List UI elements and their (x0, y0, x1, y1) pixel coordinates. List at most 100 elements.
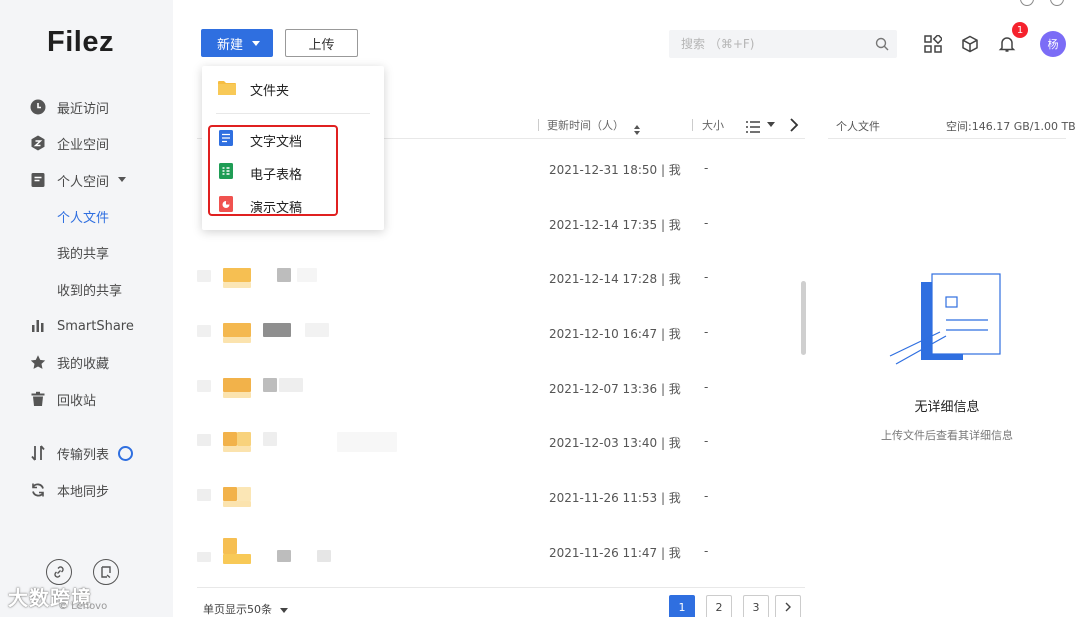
blurred-file-thumbnail (223, 538, 237, 554)
settings-icon[interactable] (1020, 0, 1034, 6)
sidebar-item-personal-files[interactable]: 个人文件 (0, 201, 173, 231)
row-updated-time: 2021-12-14 17:28 | 我 (549, 272, 681, 286)
blurred-file-thumbnail (223, 446, 251, 452)
chevron-down-icon (118, 177, 126, 182)
apps-grid-icon[interactable] (922, 33, 944, 55)
blurred-file-thumbnail (223, 392, 251, 398)
app-window: Filez 最近访问 企业空间 个人空间 个人文件 我的共享 收到的共享 Sma… (0, 0, 1080, 617)
blurred-file-thumbnail (263, 323, 291, 337)
row-size: - (704, 380, 709, 394)
chevron-right-icon (785, 602, 791, 612)
sidebar-item-label: 我的收藏 (57, 356, 110, 372)
chevron-down-icon (279, 607, 288, 613)
table-row[interactable]: 2021-12-03 13:40 | 我 - (197, 432, 805, 489)
page-button-1[interactable]: 1 (669, 595, 695, 617)
sidebar-item-recent[interactable]: 最近访问 (0, 92, 173, 122)
menu-divider (216, 113, 370, 114)
bar-chart-icon (30, 318, 46, 334)
blurred-file-thumbnail (237, 432, 251, 446)
blurred-file-thumbnail (223, 282, 251, 288)
table-row[interactable]: 2021-12-14 17:28 | 我 - (197, 268, 805, 325)
app-logo: Filez (47, 26, 114, 58)
folder-icon (218, 80, 236, 99)
cube-icon[interactable] (959, 33, 981, 55)
table-row[interactable]: 2021-12-10 16:47 | 我 - (197, 323, 805, 380)
next-page-button[interactable] (775, 595, 801, 617)
personal-space-icon (30, 172, 46, 188)
row-size: - (704, 489, 709, 503)
clock-icon (30, 99, 46, 115)
new-button[interactable]: 新建 (201, 29, 273, 57)
blurred-file-thumbnail (197, 489, 211, 501)
sidebar-item-label: 传输列表 (57, 447, 110, 463)
sidebar-item-my-shares[interactable]: 我的共享 (0, 237, 173, 267)
blurred-file-thumbnail (297, 268, 317, 282)
blurred-file-thumbnail (277, 268, 291, 282)
row-size: - (704, 544, 709, 558)
page-size-select[interactable]: 单页显示50条 (203, 601, 288, 617)
detail-panel-title: 个人文件 (836, 120, 880, 133)
upload-button[interactable]: 上传 (285, 29, 358, 57)
table-row[interactable]: 2021-12-07 13:36 | 我 - (197, 378, 805, 435)
sidebar-item-transfer[interactable]: 传输列表 (0, 438, 173, 468)
scrollbar[interactable] (801, 281, 806, 355)
blurred-file-thumbnail (223, 337, 251, 343)
list-view-icon[interactable] (746, 118, 760, 137)
sidebar-item-label: 个人文件 (57, 210, 110, 226)
blurred-file-thumbnail (197, 325, 211, 337)
table-row[interactable]: 2021-11-26 11:47 | 我 - (197, 538, 805, 599)
table-row[interactable]: 2021-11-26 11:53 | 我 - (197, 487, 805, 544)
blurred-file-thumbnail (305, 323, 329, 337)
sidebar-item-received-shares[interactable]: 收到的共享 (0, 274, 173, 304)
sidebar-item-enterprise[interactable]: 企业空间 (0, 128, 173, 158)
column-divider (692, 119, 693, 131)
row-size: - (704, 216, 709, 230)
chevron-right-icon[interactable] (789, 117, 799, 136)
row-updated-time: 2021-12-07 13:36 | 我 (549, 382, 681, 396)
empty-document-illustration (888, 272, 1004, 372)
blurred-file-thumbnail (223, 378, 251, 392)
menu-item-folder[interactable]: 文件夹 (202, 74, 384, 104)
avatar[interactable]: 杨 (1040, 31, 1066, 57)
enterprise-icon (30, 135, 46, 151)
sort-icon[interactable] (633, 120, 641, 139)
chevron-down-icon (252, 41, 260, 46)
chevron-down-icon[interactable] (767, 122, 775, 127)
sidebar-item-label: 企业空间 (57, 137, 110, 153)
blurred-file-thumbnail (197, 552, 211, 562)
feedback-icon[interactable] (93, 559, 119, 585)
search-input[interactable] (669, 30, 897, 58)
help-icon[interactable] (1050, 0, 1064, 6)
menu-item-label: 文件夹 (250, 83, 290, 99)
sidebar-item-local-sync[interactable]: 本地同步 (0, 475, 173, 505)
column-header-size[interactable]: 大小 (702, 117, 724, 133)
blurred-file-thumbnail (223, 432, 237, 446)
blurred-file-thumbnail (277, 550, 291, 562)
page-button-2[interactable]: 2 (706, 595, 732, 617)
transfer-progress-icon (118, 445, 133, 461)
blurred-file-thumbnail (223, 501, 251, 507)
page-button-3[interactable]: 3 (743, 595, 769, 617)
empty-state-title: 无详细信息 (914, 400, 980, 415)
blurred-file-thumbnail (197, 380, 211, 392)
sidebar-item-favorites[interactable]: 我的收藏 (0, 347, 173, 377)
row-updated-time: 2021-11-26 11:47 | 我 (549, 546, 681, 560)
notification-badge: 1 (1012, 22, 1028, 38)
search-icon[interactable] (875, 36, 889, 55)
row-size: - (704, 270, 709, 284)
star-icon (30, 354, 46, 370)
sidebar-item-trash[interactable]: 回收站 (0, 384, 173, 414)
blurred-file-thumbnail (263, 432, 277, 446)
sidebar-item-label: 收到的共享 (57, 283, 123, 299)
column-divider (538, 119, 539, 131)
copyright-text: © Lenovo (58, 601, 108, 612)
blurred-file-thumbnail (223, 323, 251, 337)
sidebar-item-personal-space[interactable]: 个人空间 (0, 165, 173, 195)
blurred-file-thumbnail (237, 487, 251, 501)
row-updated-time: 2021-12-03 13:40 | 我 (549, 436, 681, 450)
row-updated-time: 2021-12-14 17:35 | 我 (549, 218, 681, 232)
storage-usage: 空间:146.17 GB/1.00 TB (946, 120, 1076, 133)
sidebar-item-label: SmartShare (57, 318, 134, 334)
column-header-updated[interactable]: 更新时间（人） (547, 117, 624, 133)
sidebar-item-smartshare[interactable]: SmartShare (0, 311, 173, 341)
